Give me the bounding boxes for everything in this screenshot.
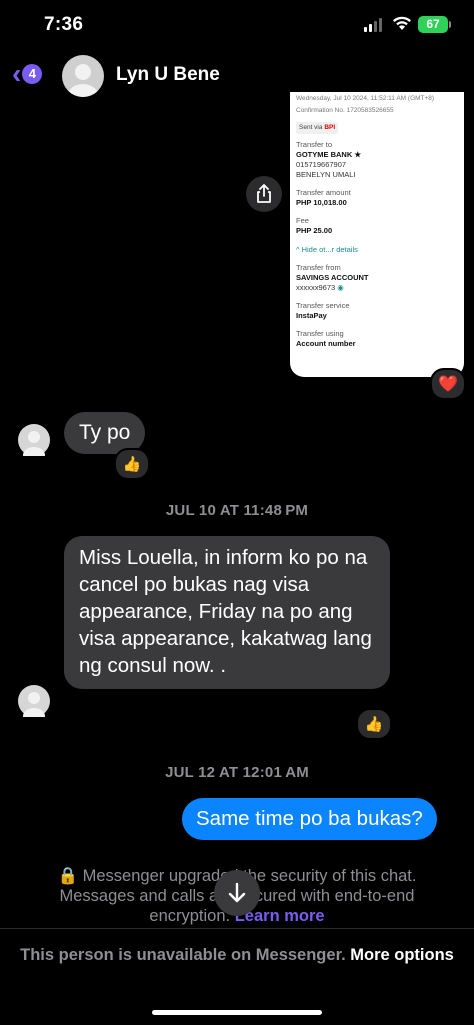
- chevron-left-icon: ‹: [12, 58, 22, 89]
- share-icon: [257, 184, 271, 203]
- fee-label: Fee: [296, 216, 309, 225]
- heart-reaction[interactable]: ❤️: [430, 368, 466, 400]
- receipt-image[interactable]: Wednesday, Jul 10 2024, 11:52:11 AM (GMT…: [290, 92, 464, 377]
- amount-label: Transfer amount: [296, 188, 351, 197]
- message-bubble-outgoing[interactable]: Same time po ba bukas?: [182, 798, 437, 840]
- transfer-to-name: BENELYN UMALI: [296, 170, 356, 179]
- home-indicator[interactable]: [152, 1010, 322, 1015]
- status-time: 7:36: [44, 14, 84, 35]
- contact-name[interactable]: Lyn U Bene: [116, 64, 220, 86]
- timestamp: JUL 10 AT 11:48 PM: [165, 502, 309, 519]
- receipt-date: Wednesday, Jul 10 2024, 11:52:11 AM (GMT…: [296, 95, 435, 102]
- sent-via-bank: BPI: [324, 124, 336, 131]
- thumbs-up-reaction[interactable]: 👍: [356, 708, 392, 740]
- back-button[interactable]: ‹ 4: [12, 58, 43, 89]
- scroll-down-button[interactable]: [214, 870, 260, 916]
- hide-details-link: ^ Hide ot...r details: [296, 245, 358, 254]
- sent-via-prefix: Sent via: [299, 124, 323, 131]
- using-label: Transfer using: [296, 329, 344, 338]
- sender-avatar[interactable]: [18, 685, 50, 724]
- contact-avatar[interactable]: [62, 55, 104, 97]
- service-label: Transfer service: [296, 301, 350, 310]
- transfer-to-label: Transfer to: [296, 140, 332, 149]
- wifi-icon: [392, 15, 412, 36]
- signal-icon: [364, 18, 382, 32]
- battery-indicator: 67: [418, 16, 448, 33]
- share-button[interactable]: [246, 176, 282, 212]
- unavailable-text: This person is unavailable on Messenger.: [20, 946, 346, 964]
- thumbs-up-reaction[interactable]: 👍: [114, 448, 150, 480]
- timestamp: JUL 12 AT 12:01 AM: [165, 764, 309, 781]
- battery-tip: [449, 21, 451, 28]
- message-bubble-incoming[interactable]: Miss Louella, in inform ko po na cancel …: [64, 536, 390, 689]
- sender-avatar[interactable]: [18, 424, 50, 463]
- receipt-confirmation: Confirmation No. 1720583526655: [296, 107, 394, 114]
- arrow-down-icon: [228, 882, 246, 903]
- unread-badge: 4: [22, 64, 43, 84]
- service-value: InstaPay: [296, 311, 327, 320]
- from-account-number: xxxxxx9673: [296, 283, 336, 292]
- from-account-type: SAVINGS ACCOUNT: [296, 273, 369, 282]
- transfer-to-account: 015719667907: [296, 160, 347, 169]
- unavailable-notice: This person is unavailable on Messenger.…: [20, 945, 454, 966]
- transfer-to-bank: GOTYME BANK ★: [296, 150, 362, 159]
- transfer-from-label: Transfer from: [296, 263, 341, 272]
- footer-divider: [0, 928, 474, 929]
- fee-value: PHP 25.00: [296, 226, 333, 235]
- sent-via-tag: Sent via BPI: [296, 122, 339, 134]
- more-options-link[interactable]: More options: [350, 946, 454, 964]
- eye-icon: ◉: [337, 283, 344, 292]
- using-value: Account number: [296, 339, 356, 348]
- amount-value: PHP 10,018.00: [296, 198, 347, 207]
